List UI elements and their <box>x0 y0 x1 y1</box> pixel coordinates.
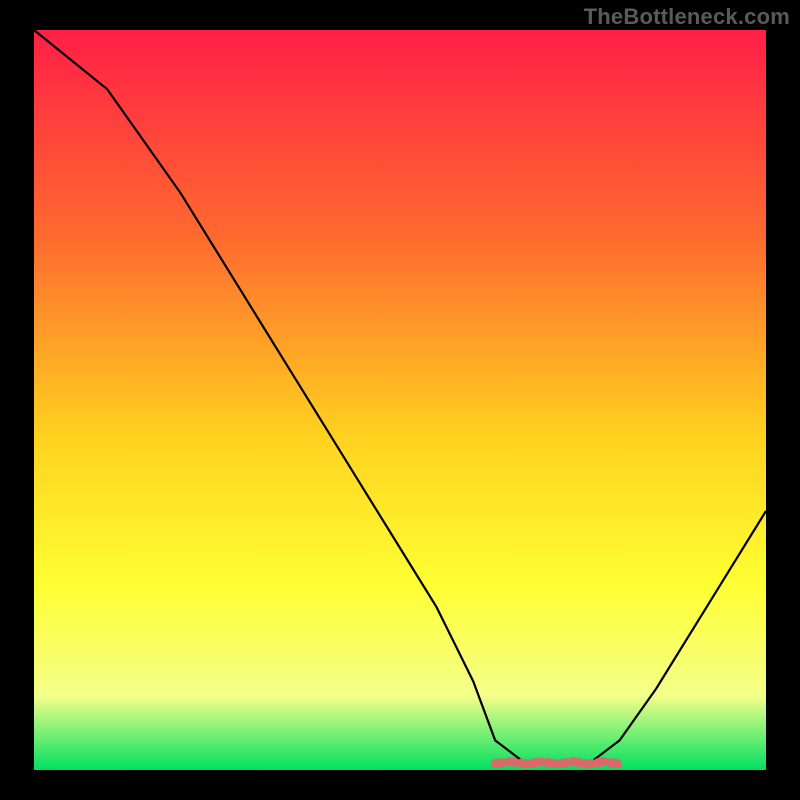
optimal-range-marker <box>495 762 619 765</box>
bottleneck-chart <box>0 0 800 800</box>
watermark-text: TheBottleneck.com <box>584 4 790 30</box>
chart-frame: TheBottleneck.com <box>0 0 800 800</box>
